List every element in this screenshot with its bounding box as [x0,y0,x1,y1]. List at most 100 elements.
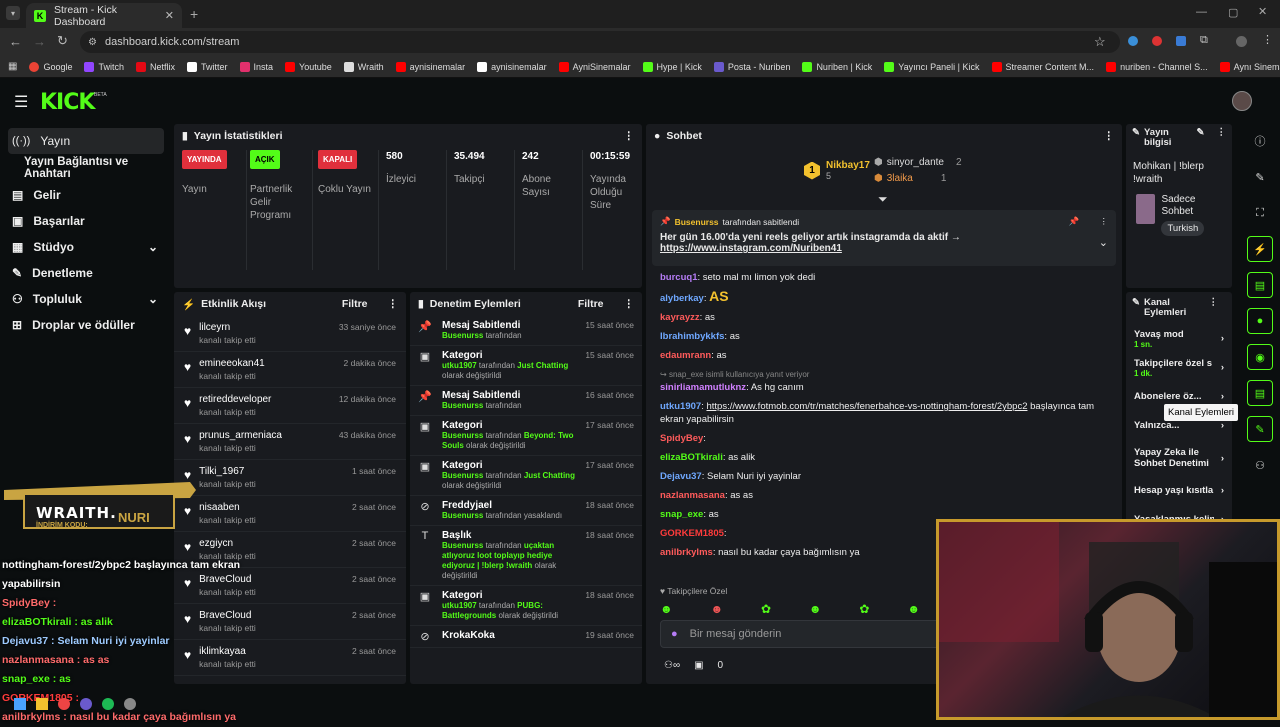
spotify-icon[interactable] [102,698,114,710]
extensions-puzzle-icon[interactable]: ⧉ [1200,34,1208,47]
bookmark[interactable]: Netflix [136,61,175,72]
tab-close-icon[interactable]: ✕ [165,9,174,22]
extension-icon[interactable] [1176,36,1186,46]
chat-username[interactable]: Ibrahimbykkfs [660,331,724,342]
gift-leader-1[interactable]: 1 Nikbay17 5 [804,160,870,181]
filter-button[interactable]: Filtre [578,298,604,310]
bolt-icon[interactable]: ⚡ [1247,236,1273,262]
chat-message[interactable]: elizaBOTkirali: as alik [646,448,1122,467]
follower-name[interactable]: retireddeveloper [199,394,271,405]
chat-username[interactable]: sinirliamamutluknz [660,382,746,393]
bookmark[interactable]: Streamer Content M... [991,61,1094,72]
chat-message[interactable]: kayrayzz: as [646,308,1122,327]
bookmark[interactable]: Insta [239,61,273,72]
reload-icon[interactable]: ↻ [57,33,68,49]
sidebar-item-denetleme[interactable]: ✎ Denetleme [0,260,172,286]
hamburger-menu-icon[interactable]: ☰ [14,92,28,112]
activity-row[interactable]: ♥ lilceyrn kanalı takip etti 33 saniye önce [174,316,406,352]
kick-logo[interactable]: KICK [40,90,95,115]
more-options-icon[interactable]: ⋮ [624,298,635,310]
chat-username[interactable]: burcuq1 [660,272,697,283]
emote-icon[interactable]: ☻ [660,602,673,616]
mod-action-row[interactable]: 📌 Mesaj Sabitlendi Busenurss tarafından 16 … [410,386,642,416]
wrench-icon[interactable]: ✎ [1247,416,1273,442]
chat-message[interactable]: nazlanmasana: as as [646,486,1122,505]
chat-username[interactable]: kayrayzz [660,312,700,323]
sidebar-item-gelir[interactable]: ▤ Gelir [0,182,172,208]
tab-search-icon[interactable]: ▾ [6,6,20,20]
mod-action-row[interactable]: 📌 Mesaj Sabitlendi Busenurss tarafından 15 … [410,316,642,346]
points-icon[interactable]: ▣ [694,660,703,671]
chat-link[interactable]: https://www.fotmob.com/tr/matches/fenerb… [706,401,1027,412]
bookmark[interactable]: aynisinemalar [395,61,465,72]
edit-icon[interactable]: ✎ [1197,128,1205,148]
extension-icon[interactable] [1128,36,1138,46]
windows-icon[interactable] [14,698,26,710]
follower-name[interactable]: emineeokan41 [199,358,265,369]
mod-action-row[interactable]: ⊘ Freddyjael Busenurss tarafından yasaklan… [410,496,642,526]
close-window-icon[interactable]: ✕ [1258,5,1267,18]
bookmark[interactable]: Twitch [84,61,124,72]
gift-leader-2[interactable]: ⬢ sinyor_dante 2 [874,157,962,168]
chat-username[interactable]: SpidyBey [660,433,703,444]
follower-name[interactable]: nisaaben [199,502,256,513]
channel-action-item[interactable]: Hesap yaşı kısıtla › [1126,476,1232,505]
community-icon[interactable]: ⚇ [1247,452,1273,478]
bookmark[interactable]: Wraith [343,61,384,72]
follower-name[interactable]: prunus_armeniaca [199,430,282,441]
profile-avatar[interactable] [1236,36,1247,47]
mod-action-row[interactable]: ▣ Kategori utku1907 tarafından PUBG: Battl… [410,586,642,626]
apps-grid-icon[interactable]: ▦ [8,61,17,72]
emote-icon[interactable]: ✿ [859,602,869,616]
more-options-icon[interactable]: ⋮ [388,298,399,310]
sidebar-item-topluluk[interactable]: ⚇ Topluluk ⌄ [0,286,172,312]
new-tab-icon[interactable]: + [190,6,198,22]
activity-row[interactable]: ♥ Tilki_1967 kanalı takip etti 1 saat önce [174,460,406,496]
forward-icon[interactable]: → [33,34,46,49]
maximize-icon[interactable]: ▢ [1228,6,1238,19]
gift-leader-3[interactable]: ⬢ 3laika 1 [874,173,946,184]
chat-username[interactable]: Dejavu37 [660,471,702,482]
more-options-icon[interactable]: ⋮ [624,130,635,142]
filter-button[interactable]: Filtre [342,298,368,310]
more-options-icon[interactable]: ⋮ [1209,298,1219,318]
chat-message[interactable]: alyberkay: AS [646,287,1122,308]
mod-action-row[interactable]: ▣ Kategori utku1907 tarafından Just Chatti… [410,346,642,386]
activity-row[interactable]: ♥ emineeokan41 kanalı takip etti 2 dakika ö… [174,352,406,388]
user-avatar[interactable] [1232,91,1252,111]
chat-message[interactable]: utku1907: https://www.fotmob.com/tr/matc… [646,397,1122,429]
bookmark[interactable]: AyniSinemalar [558,61,631,72]
browser-tab[interactable]: K Stream - Kick Dashboard ✕ [26,3,182,28]
bookmark[interactable]: Twitter [187,61,228,72]
broadcast-icon[interactable]: ◉ [1247,344,1273,370]
chrome-icon[interactable] [58,698,70,710]
follower-name[interactable]: ezgiycn [199,538,256,549]
follower-name[interactable]: lilceyrn [199,322,256,333]
channel-action-item[interactable]: Takipçilere özel s1 dk. › [1126,353,1232,382]
chat-username[interactable]: utku1907 [660,401,701,412]
activity-row[interactable]: ♥ retireddeveloper kanalı takip etti 12 dak… [174,388,406,424]
channel-actions-icon[interactable]: ▤ [1247,380,1273,406]
pinned-link[interactable]: https://www.instagram.com/Nuriben41 [660,243,1108,254]
obs-icon[interactable] [124,698,136,710]
activity-row[interactable]: ♥ nisaaben kanalı takip etti 2 saat önce [174,496,406,532]
url-field[interactable]: ⚙ dashboard.kick.com/stream [80,31,1120,53]
mod-action-row[interactable]: ⊘ KrokaKoka 19 saat önce [410,626,642,648]
bookmark[interactable]: aynisinemalar [477,61,547,72]
follower-name[interactable]: Tilki_1967 [199,466,256,477]
expand-leaderboard-icon[interactable]: ⏷ [878,192,888,207]
more-options-icon[interactable]: ⋮ [1217,128,1227,148]
sidebar-item-basarilar[interactable]: ▣ Başarılar [0,208,172,234]
emote-icon[interactable]: ☻ [907,602,920,616]
chat-message[interactable]: edaumrann: as [646,346,1122,365]
sidebar-item-droplar[interactable]: ⊞ Droplar ve ödüller [0,312,172,338]
users-icon[interactable]: ⚇∞ [664,660,680,671]
chat-message[interactable]: SpidyBey: [646,429,1122,448]
chat-username[interactable]: edaumrann [660,350,711,361]
chat-username[interactable]: anilbrkylms [660,547,713,558]
channel-action-item[interactable]: Yavaş mod 1 sn. › [1126,324,1232,353]
chat-message[interactable]: ↪ snap_exe isimli kullanıcıya yanıt veri… [646,365,1122,397]
bookmark[interactable]: Nuriben | Kick [802,61,872,72]
chat-username[interactable]: elizaBOTkirali [660,452,723,463]
site-info-icon[interactable]: ⚙ [88,37,97,48]
